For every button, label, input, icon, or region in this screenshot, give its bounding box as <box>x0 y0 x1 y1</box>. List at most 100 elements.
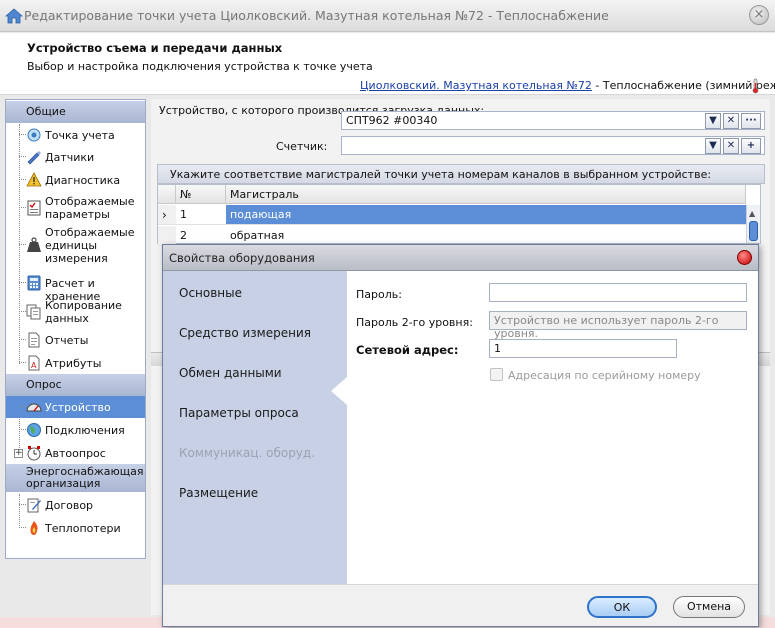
sidebar-item-sensors[interactable]: Датчики <box>6 146 145 168</box>
metering-point-link[interactable]: Циолковский. Мазутная котельная №72 <box>360 79 592 92</box>
svg-text:A: A <box>31 361 37 370</box>
serial-addressing-label: Адресация по серийному номеру <box>508 369 701 382</box>
dialog-body: Пароль: Пароль 2-го уровня: Устройство н… <box>347 271 758 584</box>
scrollbar-thumb[interactable] <box>749 221 758 241</box>
dialog-title: Свойства оборудования <box>163 245 758 271</box>
dialog-footer: ОК Отмена <box>163 584 758 626</box>
nav-placement[interactable]: Размещение <box>179 486 258 500</box>
target-icon <box>27 128 41 142</box>
sidebar-item-reports[interactable]: Отчеты <box>6 329 145 351</box>
window-titlebar: Редактирование точки учета Циолковский. … <box>0 0 775 32</box>
sidebar-item-diagnostics[interactable]: Диагностика <box>6 169 145 191</box>
cancel-button[interactable]: Отмена <box>673 596 745 618</box>
sidebar-item-label: Отображаемые единицы измерения <box>45 226 135 265</box>
grid-caption: Укажите соответствие магистралей точки у… <box>157 164 765 184</box>
weight-icon <box>27 237 41 252</box>
sidebar-item-attributes[interactable]: A Атрибуты <box>6 352 145 374</box>
page-header: Устройство съема и передачи данных Выбор… <box>0 33 775 95</box>
mode-label: - Теплоснабжение (зимний режим) <box>595 79 775 92</box>
clock-icon <box>27 446 41 461</box>
window-close-button[interactable]: × <box>749 5 769 25</box>
sidebar-item-label: Датчики <box>45 151 95 164</box>
sidebar-item-autopoll[interactable]: + Автоопрос <box>6 442 145 464</box>
sidebar-item-label: Отображаемые параметры <box>45 195 135 221</box>
row-marker: › <box>158 205 176 225</box>
table-row-main[interactable]: обратная <box>226 226 746 246</box>
meter-label: Счетчик: <box>276 140 328 153</box>
row-marker-empty <box>158 226 176 246</box>
window-title: Редактирование точки учета Циолковский. … <box>24 8 609 23</box>
page-title: Устройство съема и передачи данных <box>27 41 283 55</box>
sidebar-item-label: Подключения <box>45 424 125 437</box>
meter-combo[interactable] <box>341 136 765 155</box>
device-value: СПТ962 #00340 <box>346 114 438 127</box>
sidebar-item-label: Атрибуты <box>45 357 102 370</box>
page-subtitle: Выбор и настройка подключения устройства… <box>27 60 373 73</box>
sidebar-item-label: Теплопотери <box>45 522 121 535</box>
flame-icon <box>30 521 38 535</box>
grid-scrollbar[interactable]: ▲ <box>746 205 760 243</box>
report-icon <box>28 332 40 348</box>
meter-dropdown-button[interactable]: ▼ <box>705 138 721 154</box>
channel-grid: № Магистраль › 1 подающая 2 обратная ▲ <box>157 184 761 246</box>
sidebar-item-displayed-units[interactable]: Отображаемые единицы измерения <box>6 224 145 266</box>
meter-add-button[interactable]: + <box>741 138 761 154</box>
network-address-input[interactable]: 1 <box>489 339 677 358</box>
nav-comm-equipment: Коммуникац. оборуд. <box>179 446 316 460</box>
nav-data-exchange[interactable]: Обмен данными <box>179 366 282 380</box>
thermometer-icon <box>752 78 759 94</box>
table-row-main-selected[interactable]: подающая <box>226 205 746 225</box>
nav-selection-arrow <box>331 377 347 405</box>
breadcrumb: Циолковский. Мазутная котельная №72 - Те… <box>360 79 775 92</box>
sidebar-item-copy-data[interactable]: Копирование данных <box>6 297 145 327</box>
password-input[interactable] <box>489 283 747 302</box>
sidebar-item-label: Копирование данных <box>45 299 122 325</box>
sidebar-group-polling[interactable]: Опрос <box>6 374 145 396</box>
sidebar-item-label: Отчеты <box>45 334 89 347</box>
nav-polling-params[interactable]: Параметры опроса <box>179 406 299 420</box>
meter-clear-button[interactable]: ✕ <box>723 138 739 154</box>
password-label: Пароль: <box>356 288 402 301</box>
sidebar-item-connections[interactable]: Подключения <box>6 419 145 441</box>
dialog-close-button[interactable] <box>737 250 752 265</box>
calculator-icon <box>27 275 41 291</box>
pencil-sensor-icon <box>27 151 41 165</box>
table-row-num[interactable]: 2 <box>176 226 226 246</box>
grid-header-num[interactable]: № <box>176 185 226 204</box>
serial-addressing-checkbox <box>490 368 503 381</box>
ok-button[interactable]: ОК <box>587 596 657 618</box>
device-combo[interactable]: СПТ962 #00340 <box>341 111 765 130</box>
sidebar-item-heat-loss[interactable]: Теплопотери <box>6 517 145 539</box>
nav-measuring-instrument[interactable]: Средство измерения <box>179 326 311 340</box>
device-clear-button[interactable]: ✕ <box>723 113 739 129</box>
sidebar-item-label: Договор <box>45 499 94 512</box>
sidebar-item-device[interactable]: Устройство <box>6 396 145 418</box>
sidebar-item-displayed-params[interactable]: Отображаемые параметры <box>6 193 145 223</box>
equipment-properties-dialog: Свойства оборудования Основные Средство … <box>162 244 759 627</box>
sidebar-item-label: Устройство <box>45 401 111 414</box>
sidebar-item-label: Автоопрос <box>45 447 106 460</box>
attributes-icon: A <box>28 355 40 371</box>
nav-general[interactable]: Основные <box>179 286 242 300</box>
expand-toggle[interactable]: + <box>14 449 23 458</box>
network-address-label: Сетевой адрес: <box>356 343 459 357</box>
sidebar-item-label: Точка учета <box>45 129 115 142</box>
dialog-nav: Основные Средство измерения Обмен данным… <box>163 271 347 584</box>
sidebar-item-contract[interactable]: Договор <box>6 494 145 516</box>
table-row-num[interactable]: 1 <box>176 205 226 225</box>
password2-label: Пароль 2-го уровня: <box>356 316 473 329</box>
grid-row-header-corner <box>158 185 176 204</box>
sidebar-group-general[interactable]: Общие <box>6 101 145 123</box>
home-icon[interactable] <box>5 7 23 25</box>
grid-header-main[interactable]: Магистраль <box>226 185 746 204</box>
gauge-icon <box>26 403 42 412</box>
sidebar-item-calc-storage[interactable]: Расчет и хранение <box>6 272 145 303</box>
warning-icon <box>26 172 42 187</box>
sidebar-group-supplier[interactable]: Энергоснабжающая организация <box>6 464 145 492</box>
device-dropdown-button[interactable]: ▼ <box>705 113 721 129</box>
sidebar-item-label: Диагностика <box>45 174 121 187</box>
device-more-button[interactable]: ··· <box>741 113 761 129</box>
copy-icon <box>26 304 41 320</box>
contract-icon <box>27 498 41 513</box>
sidebar-item-metering-point[interactable]: Точка учета <box>6 124 145 146</box>
